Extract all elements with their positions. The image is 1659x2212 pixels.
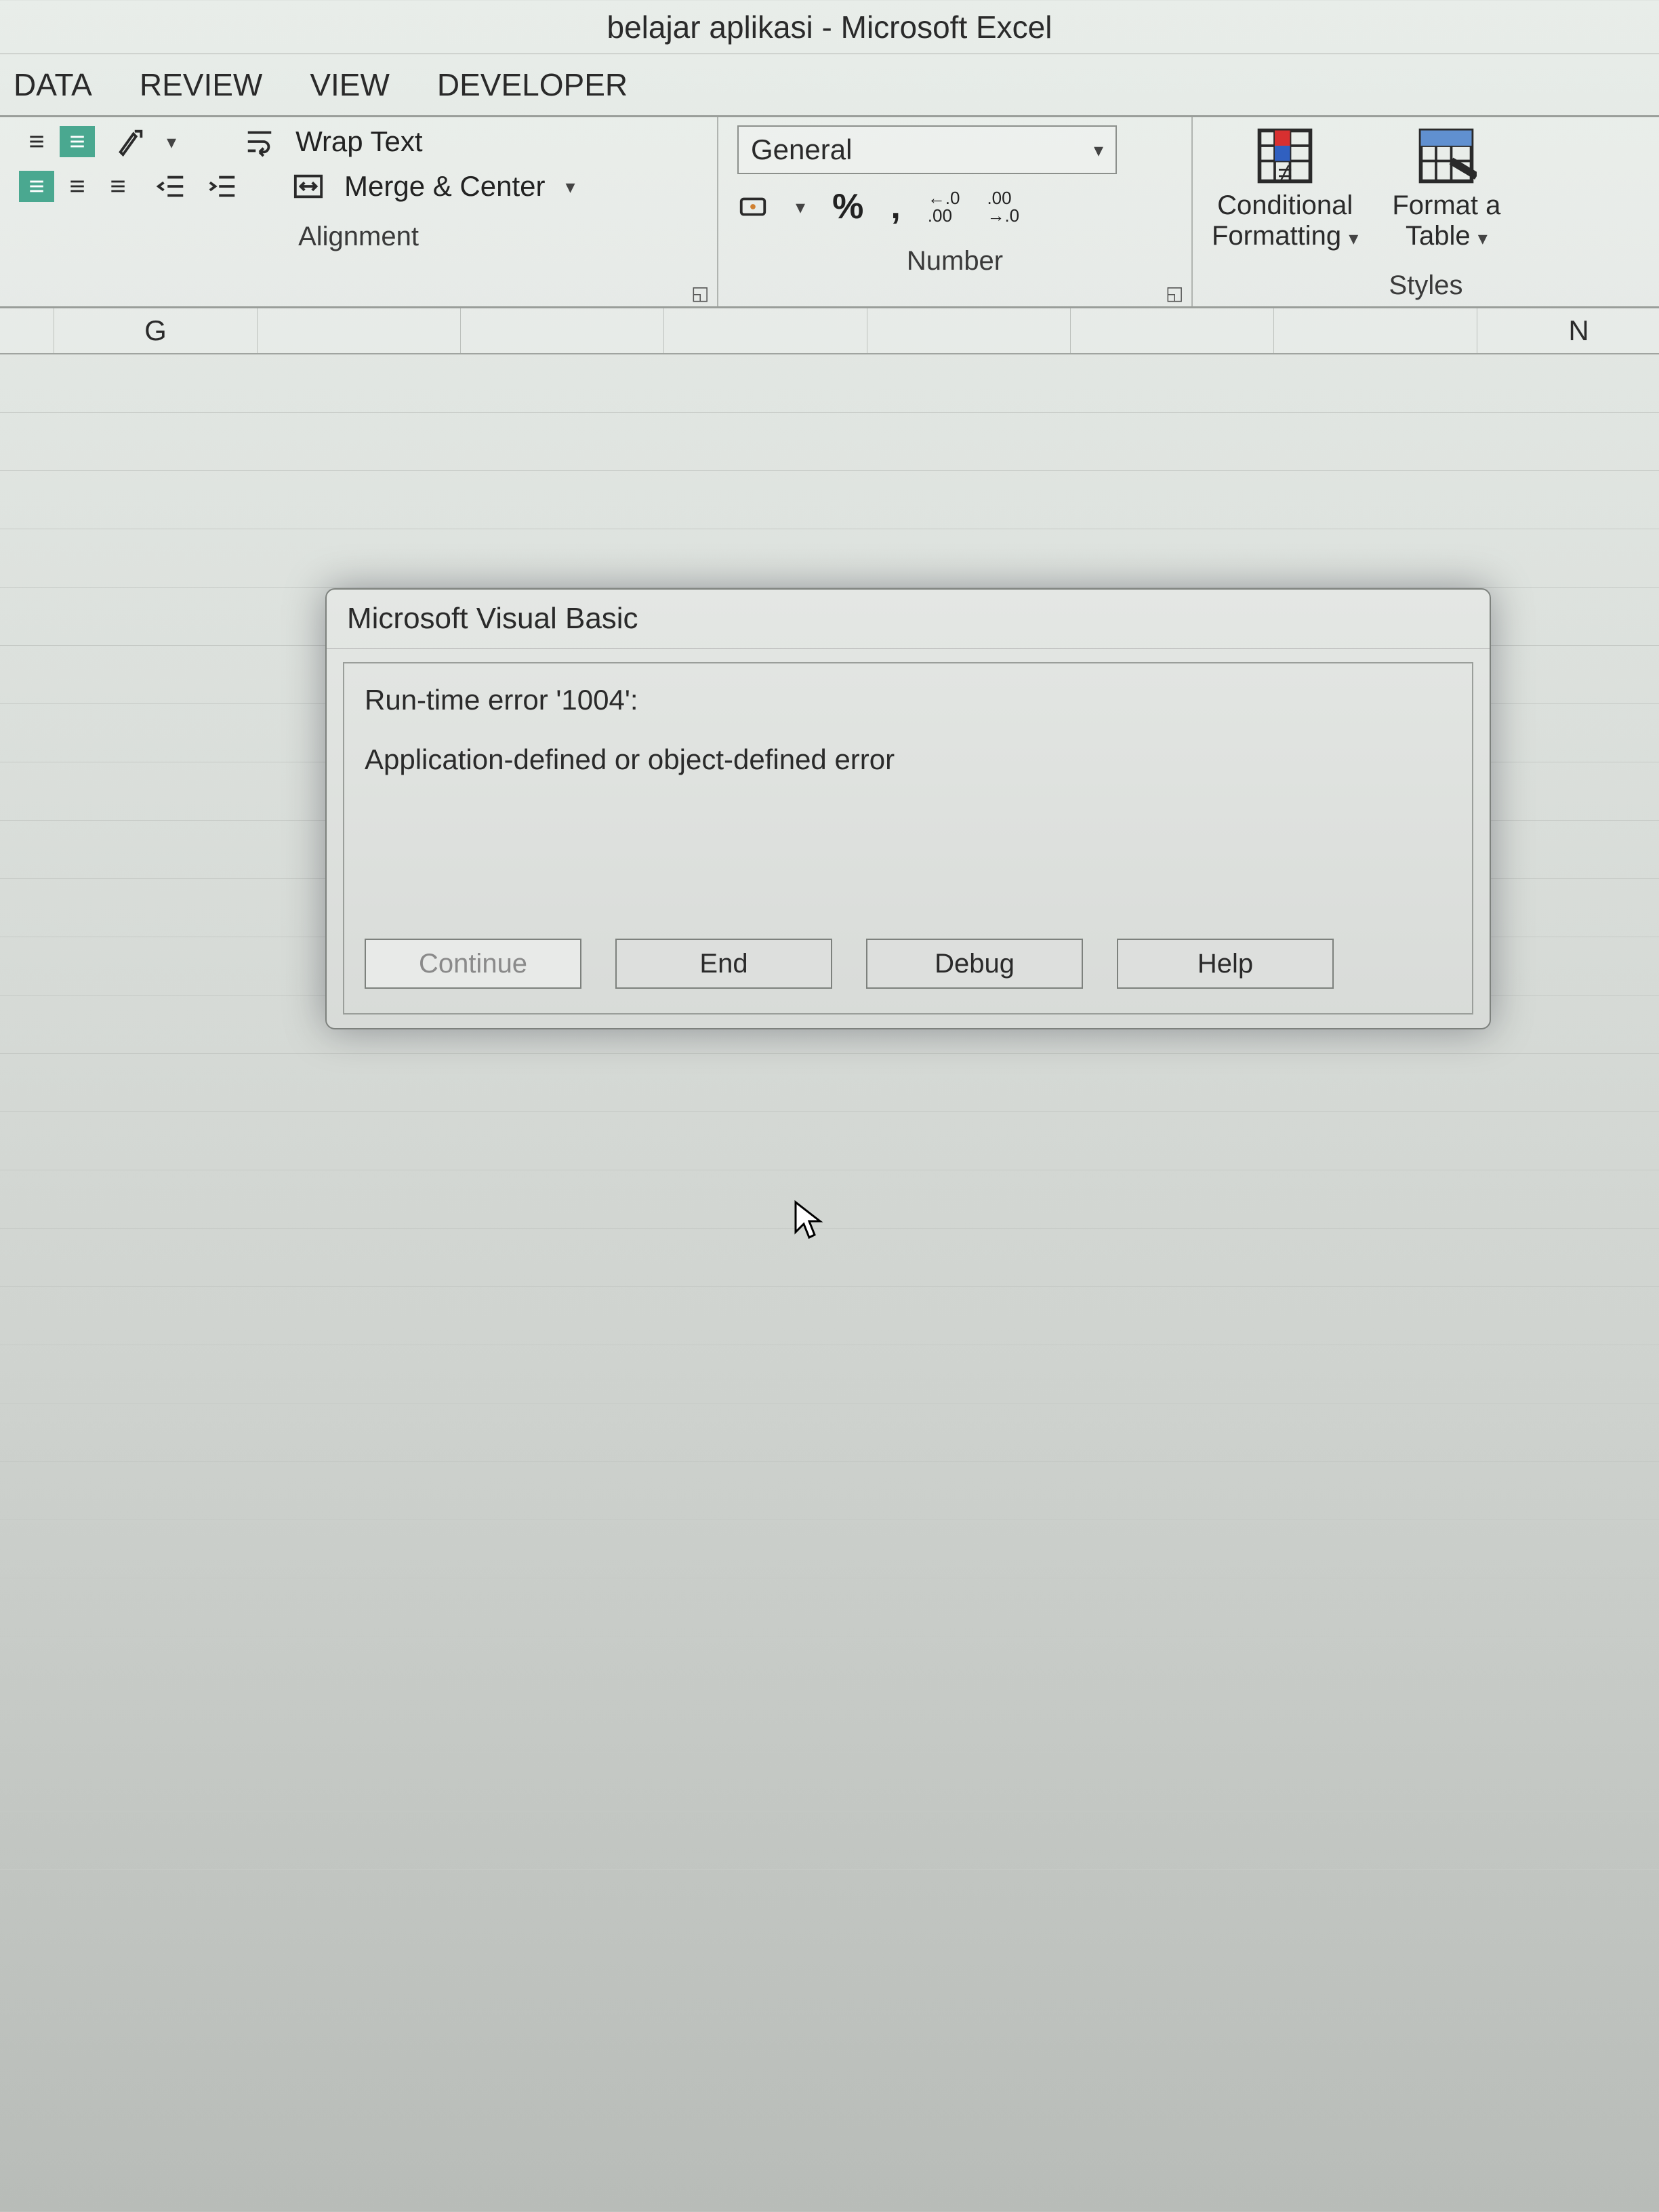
conditional-formatting-button[interactable]: ≠ Conditional Formatting ▾ <box>1212 125 1358 251</box>
tab-review[interactable]: REVIEW <box>140 66 262 103</box>
dialog-error-line2: Application-defined or object-defined er… <box>365 743 1452 776</box>
comma-style-button[interactable]: , <box>890 186 900 227</box>
number-group-label: Number <box>737 239 1172 276</box>
format-as-table-button[interactable]: Format a Table ▾ <box>1392 125 1500 251</box>
error-dialog: Microsoft Visual Basic Run-time error '1… <box>325 588 1491 1029</box>
format-as-label: Format a <box>1392 190 1500 221</box>
svg-text:≠: ≠ <box>1278 159 1292 187</box>
col-header-k[interactable] <box>867 308 1071 353</box>
col-header-g[interactable]: G <box>54 308 258 353</box>
align-top-icon[interactable]: ≡ <box>19 126 54 157</box>
grid-rows[interactable] <box>0 354 1659 1870</box>
tab-view[interactable]: VIEW <box>310 66 390 103</box>
dialog-buttons: Continue End Debug Help <box>365 939 1452 989</box>
worksheet-area[interactable]: G N <box>0 308 1659 1935</box>
window-title-bar: belajar aplikasi - Microsoft Excel <box>0 0 1659 54</box>
align-middle-icon[interactable]: ≡ <box>60 126 95 157</box>
dialog-body: Run-time error '1004': Application-defin… <box>343 662 1473 1015</box>
increase-decimal-button[interactable]: ←.0.00 <box>928 189 960 224</box>
dialog-title: Microsoft Visual Basic <box>327 590 1490 649</box>
ribbon-body: ≡ ≡ ▾ Wrap Text ≡ ≡ ≡ <box>0 117 1659 308</box>
chevron-down-icon: ▾ <box>1094 139 1103 161</box>
align-left-icon[interactable]: ≡ <box>19 171 54 202</box>
align-center-icon[interactable]: ≡ <box>60 171 95 202</box>
ribbon-group-alignment: ≡ ≡ ▾ Wrap Text ≡ ≡ ≡ <box>0 117 718 306</box>
merge-center-button[interactable]: Merge & Center <box>344 170 545 203</box>
alignment-dialog-launcher-icon[interactable]: ◱ <box>691 282 710 301</box>
wrap-text-icon <box>244 126 275 157</box>
percent-style-button[interactable]: % <box>832 186 863 227</box>
col-header-n[interactable]: N <box>1477 308 1659 353</box>
orientation-dropdown-icon[interactable]: ▾ <box>167 131 176 153</box>
ribbon-tabs: DATA REVIEW VIEW DEVELOPER <box>0 54 1659 117</box>
end-button[interactable]: End <box>615 939 832 989</box>
number-dialog-launcher-icon[interactable]: ◱ <box>1166 282 1185 301</box>
formatting-label: Formatting <box>1212 221 1341 251</box>
orientation-icon[interactable] <box>115 126 146 157</box>
dialog-error-line1: Run-time error '1004': <box>365 684 1452 716</box>
tab-developer[interactable]: DEVELOPER <box>437 66 628 103</box>
col-header-m[interactable] <box>1274 308 1477 353</box>
format-as-table-icon <box>1416 125 1477 186</box>
debug-button[interactable]: Debug <box>866 939 1083 989</box>
number-format-value: General <box>751 134 852 166</box>
help-button[interactable]: Help <box>1117 939 1334 989</box>
conditional-label: Conditional <box>1217 190 1353 221</box>
col-header-h[interactable] <box>258 308 461 353</box>
increase-indent-icon[interactable] <box>207 171 239 202</box>
decrease-indent-icon[interactable] <box>156 171 187 202</box>
col-header-i[interactable] <box>461 308 664 353</box>
table-label: Table <box>1406 221 1471 251</box>
column-headers: G N <box>0 308 1659 354</box>
accounting-format-icon[interactable] <box>737 191 769 222</box>
continue-button: Continue <box>365 939 581 989</box>
format-as-table-dropdown-icon: ▾ <box>1478 228 1488 249</box>
number-format-select[interactable]: General ▾ <box>737 125 1117 174</box>
align-right-icon[interactable]: ≡ <box>100 171 136 202</box>
tab-data[interactable]: DATA <box>14 66 92 103</box>
ribbon-group-number: General ▾ ▾ % , ←.0.00 .00→.0 Number ◱ <box>718 117 1193 306</box>
merge-center-icon <box>293 171 324 202</box>
col-header-l[interactable] <box>1071 308 1274 353</box>
alignment-group-label: Alignment <box>19 215 698 252</box>
accounting-dropdown-icon[interactable]: ▾ <box>796 196 805 218</box>
styles-group-label: Styles <box>1212 264 1640 301</box>
wrap-text-button[interactable]: Wrap Text <box>295 125 423 158</box>
col-header-j[interactable] <box>664 308 867 353</box>
merge-center-dropdown-icon[interactable]: ▾ <box>565 176 575 198</box>
conditional-formatting-icon: ≠ <box>1254 125 1315 186</box>
conditional-formatting-dropdown-icon: ▾ <box>1349 228 1358 249</box>
ribbon-group-styles: ≠ Conditional Formatting ▾ Format a Tabl… <box>1193 117 1659 306</box>
col-header-spacer <box>0 308 54 353</box>
window-title: belajar aplikasi - Microsoft Excel <box>607 9 1052 45</box>
decrease-decimal-button[interactable]: .00→.0 <box>987 189 1019 224</box>
